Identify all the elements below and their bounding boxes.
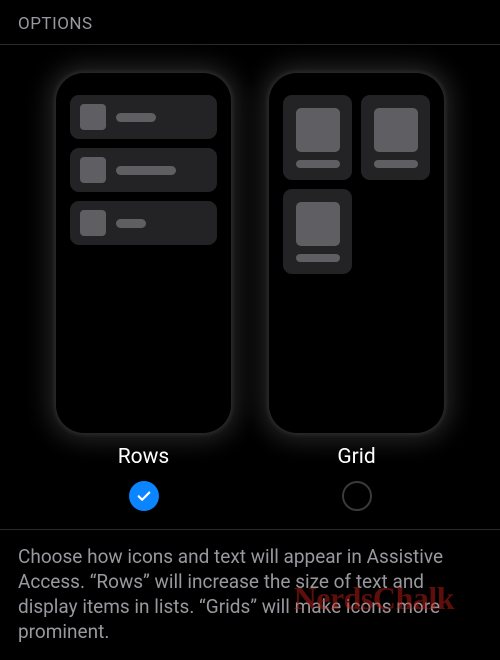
- grid-preview-item: [283, 95, 352, 180]
- option-grid[interactable]: Grid: [269, 73, 444, 511]
- grid-preview-wrap: [283, 95, 430, 274]
- rows-preview-item: [70, 201, 217, 245]
- grid-preview-text-placeholder: [296, 254, 340, 262]
- rows-preview-placeholder-icon: [80, 210, 106, 236]
- rows-preview-text-placeholder: [116, 166, 176, 175]
- layout-options-group: Rows Grid: [0, 45, 500, 530]
- grid-preview-placeholder-icon: [296, 202, 340, 246]
- option-rows[interactable]: Rows: [56, 73, 231, 511]
- rows-preview-text-placeholder: [116, 113, 156, 122]
- checkmark-icon: [135, 487, 153, 505]
- rows-preview-frame: [56, 73, 231, 433]
- rows-preview-item: [70, 95, 217, 139]
- grid-preview-text-placeholder: [296, 160, 340, 168]
- grid-preview-item: [361, 95, 430, 180]
- footer-description: Choose how icons and text will appear in…: [0, 530, 500, 660]
- radio-grid[interactable]: [342, 481, 372, 511]
- rows-preview-item: [70, 148, 217, 192]
- rows-preview-placeholder-icon: [80, 157, 106, 183]
- radio-rows[interactable]: [129, 481, 159, 511]
- grid-preview-placeholder-icon: [374, 108, 418, 152]
- rows-preview-text-placeholder: [116, 219, 146, 228]
- option-label-grid: Grid: [337, 445, 375, 469]
- grid-preview-frame: [269, 73, 444, 433]
- grid-preview-item: [283, 189, 352, 274]
- option-label-rows: Rows: [118, 445, 170, 469]
- grid-preview-text-placeholder: [374, 160, 418, 168]
- rows-preview-placeholder-icon: [80, 104, 106, 130]
- section-header-options: OPTIONS: [0, 0, 500, 45]
- grid-preview-placeholder-icon: [296, 108, 340, 152]
